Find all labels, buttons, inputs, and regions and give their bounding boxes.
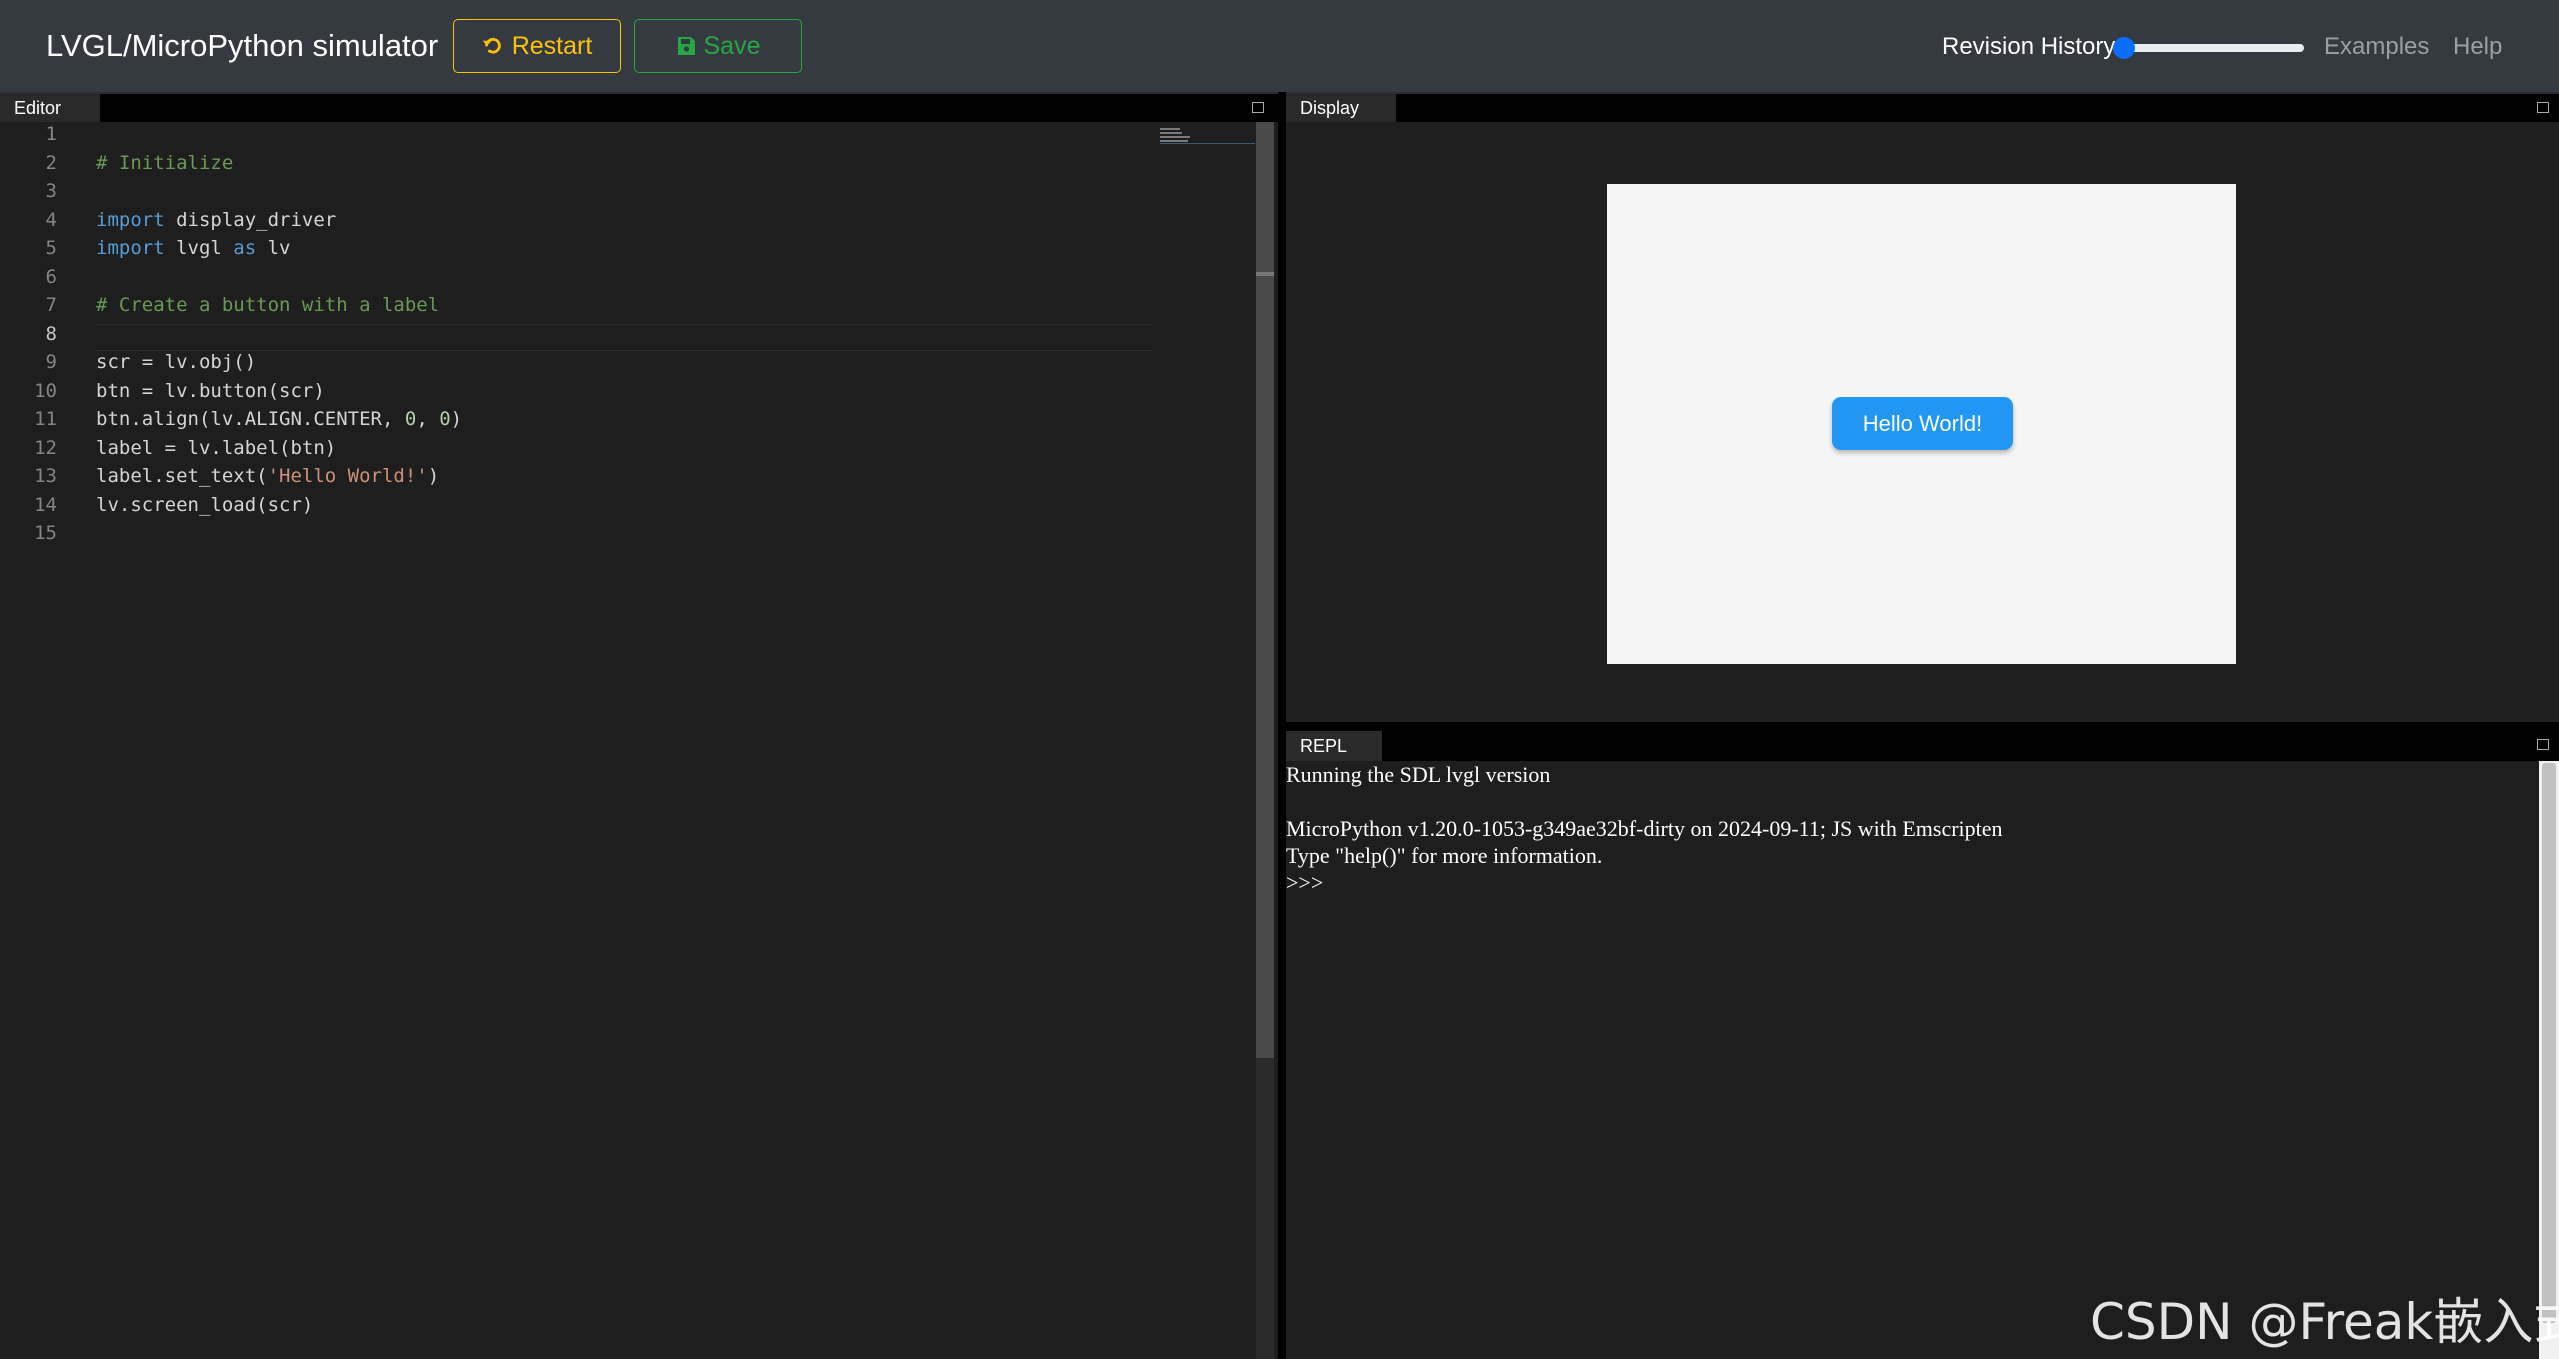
restart-label: Restart [511, 31, 593, 60]
code-token: scr = lv.obj() [96, 351, 257, 373]
repl-line: Type "help()" for more information. [1286, 843, 1603, 868]
slider-thumb[interactable] [2113, 37, 2135, 59]
code-token: 'Hello World!' [267, 465, 428, 487]
code-token: 0 [404, 408, 417, 430]
code-line[interactable]: label = lv.label(btn) [96, 434, 336, 463]
line-number: 9 [45, 351, 57, 373]
display-tab-strip: Display [1286, 94, 2559, 122]
revision-history-slider[interactable] [2113, 37, 2304, 59]
code-line[interactable]: import display_driver [96, 206, 336, 235]
code-token: ) [450, 408, 463, 430]
maximize-icon[interactable] [1252, 102, 1264, 113]
code-token: display_driver [164, 208, 337, 231]
code-token: lvgl [164, 237, 234, 259]
restart-button[interactable]: Restart [453, 19, 621, 73]
line-number: 1 [45, 123, 57, 145]
code-line[interactable]: # Initialize [96, 149, 233, 178]
line-number: 2 [45, 151, 57, 174]
line-number: 10 [34, 379, 57, 402]
current-line-highlight [96, 324, 1152, 351]
help-link[interactable]: Help [2453, 33, 2502, 61]
code-token: lv [256, 237, 291, 259]
revision-history-label: Revision History [1942, 33, 2116, 60]
repl-scrollbar[interactable] [2539, 761, 2559, 1359]
line-number: 6 [45, 265, 57, 288]
repl-scrollbar-thumb[interactable] [2542, 763, 2556, 1323]
save-icon [677, 37, 695, 55]
code-line[interactable]: btn = lv.button(scr) [96, 377, 325, 406]
line-number: 5 [45, 237, 57, 259]
line-number: 13 [34, 465, 57, 487]
code-token: , [416, 408, 440, 430]
editor-scrollbar-thumb[interactable] [1256, 122, 1274, 1058]
watermark: CSDN @Freak嵌入式 [2090, 1293, 2559, 1351]
line-number: 11 [34, 408, 57, 430]
save-button[interactable]: Save [634, 19, 802, 73]
code-editor[interactable]: 1 2 3 4 5 6 7 8 9 10 11 12 13 14 15 # Initialize import… [0, 122, 1278, 1359]
code-line[interactable]: btn.align(lv.ALIGN.CENTER, 0, 0) [96, 405, 462, 434]
repl-line: >>> [1286, 870, 1324, 895]
code-token: import [96, 237, 165, 259]
display-panel: Hello World! [1286, 122, 2559, 722]
line-number: 8 [45, 322, 57, 345]
top-navbar: LVGL/MicroPython simulator Restart Save … [0, 0, 2559, 94]
tab-display[interactable]: Display [1286, 94, 1396, 122]
repl-tab-strip: REPL [1286, 731, 2559, 761]
pane-divider[interactable] [1278, 92, 1286, 1359]
line-number: 3 [45, 180, 57, 202]
code-token: label.set_text( [96, 465, 268, 487]
tab-display-label: Display [1300, 98, 1360, 118]
repl-terminal[interactable]: Running the SDL lvgl version MicroPython … [1286, 761, 2539, 1359]
code-token: lv.screen_load(scr) [96, 493, 314, 516]
line-number: 14 [34, 493, 57, 516]
save-label: Save [703, 31, 761, 60]
code-line[interactable]: # Create a button with a label [96, 291, 439, 320]
editor-minimap[interactable] [1160, 126, 1255, 146]
tab-repl[interactable]: REPL [1286, 731, 1382, 761]
line-number: 15 [34, 522, 57, 544]
code-token: 0 [439, 408, 451, 430]
line-number: 7 [45, 294, 57, 316]
editor-tab-strip: Editor [0, 94, 1278, 122]
horizontal-splitter[interactable] [1286, 722, 2559, 731]
code-token: label = lv.label(btn) [96, 436, 337, 459]
code-line[interactable]: lv.screen_load(scr) [96, 491, 313, 520]
restart-icon [482, 38, 501, 54]
code-line[interactable]: label.set_text('Hello World!') [96, 462, 439, 491]
code-token: ) [427, 465, 440, 487]
code-line[interactable]: import lvgl as lv [96, 234, 291, 263]
hello-world-button[interactable]: Hello World! [1832, 397, 2013, 450]
examples-link[interactable]: Examples [2324, 33, 2429, 61]
code-token: import [96, 208, 165, 231]
code-line[interactable]: scr = lv.obj() [96, 348, 256, 377]
app-title: LVGL/MicroPython simulator [46, 28, 439, 63]
tab-editor-label: Editor [14, 98, 62, 118]
maximize-icon[interactable] [2537, 739, 2549, 750]
code-token: # Initialize [96, 151, 234, 174]
tab-editor[interactable]: Editor [0, 94, 100, 122]
code-token: btn.align(lv.ALIGN.CENTER, [96, 408, 405, 430]
scroll-position-marker [1256, 272, 1274, 276]
tab-repl-label: REPL [1300, 736, 1348, 756]
repl-line: Running the SDL lvgl version [1286, 762, 1551, 787]
line-number: 12 [34, 436, 57, 459]
code-token: # Create a button with a label [96, 294, 440, 316]
code-token: as [233, 237, 257, 259]
simulator-screen[interactable]: Hello World! [1607, 184, 2236, 664]
repl-line: MicroPython v1.20.0-1053-g349ae32bf-dirt… [1286, 816, 2003, 841]
maximize-icon[interactable] [2537, 102, 2549, 113]
code-token: btn = lv.button(scr) [96, 379, 325, 402]
line-number-gutter: 1 2 3 4 5 6 7 8 9 10 11 12 13 14 15 [0, 122, 60, 1359]
editor-scrollbar[interactable] [1256, 122, 1274, 1359]
line-number: 4 [45, 208, 57, 231]
